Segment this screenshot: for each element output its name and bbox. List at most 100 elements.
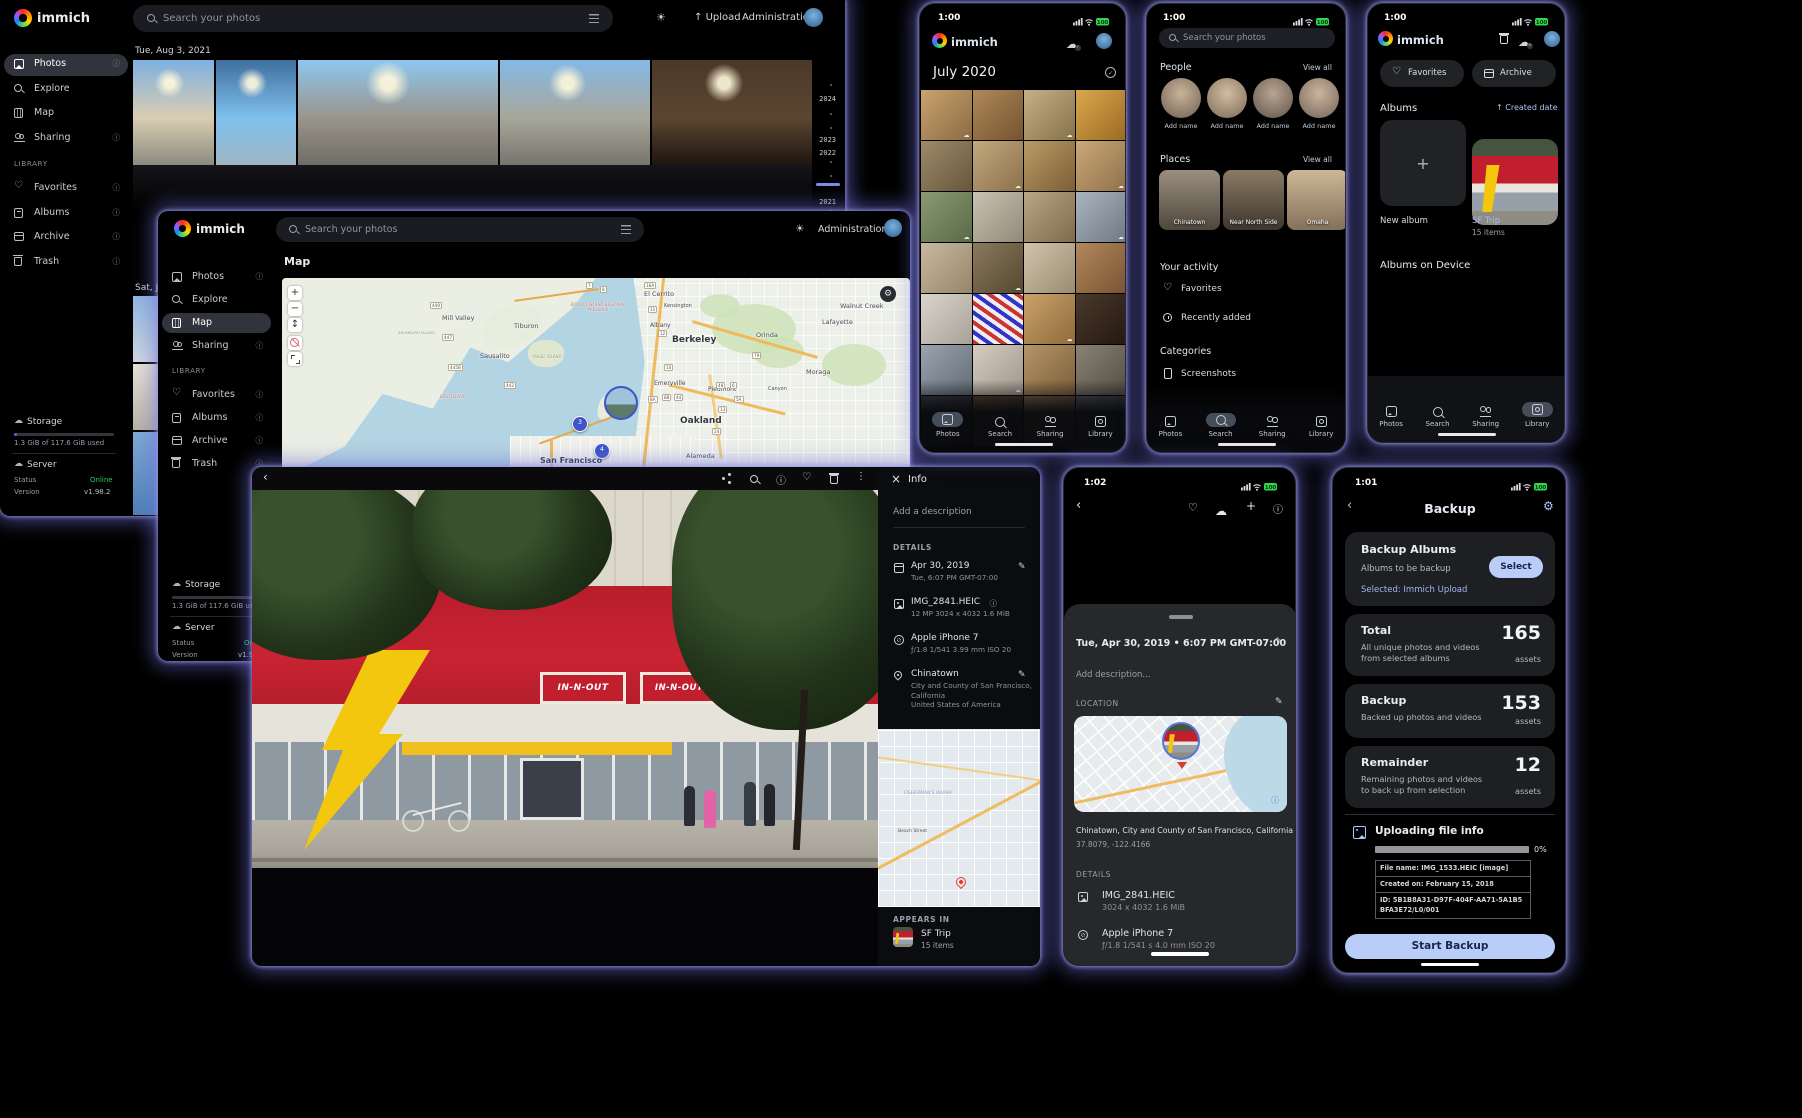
album-name[interactable]: SF Trip (921, 929, 951, 939)
photo-tile[interactable] (1024, 243, 1075, 293)
user-avatar[interactable] (804, 8, 823, 27)
theme-toggle-icon[interactable]: ☀ (656, 11, 666, 24)
sidebar-item-albums[interactable]: Albumsⓘ (4, 203, 128, 225)
album-thumbnail[interactable] (893, 927, 913, 947)
select-button[interactable]: Select (1489, 556, 1543, 578)
edit-icon[interactable]: ✎ (1018, 562, 1026, 572)
sheet-drag-handle[interactable] (1169, 615, 1193, 619)
edit-icon[interactable]: ✎ (1018, 670, 1026, 680)
face-thumbnail[interactable] (1207, 78, 1247, 118)
settings-gear-icon[interactable]: ⚙ (1543, 499, 1554, 513)
face-thumbnail[interactable] (1161, 78, 1201, 118)
user-avatar[interactable] (884, 219, 902, 237)
edit-location-icon[interactable]: ✎ (1275, 697, 1283, 707)
photo-location-marker[interactable] (1162, 722, 1200, 760)
more-options-icon[interactable]: ⋮ (856, 471, 866, 482)
map-fullscreen-button[interactable] (288, 352, 302, 366)
description-placeholder[interactable]: Add description... (1076, 670, 1151, 680)
edit-date-icon[interactable]: ✎ (1275, 637, 1283, 647)
zoom-icon[interactable] (750, 475, 758, 483)
photo-tile[interactable]: ☁ (1024, 90, 1075, 140)
map-settings-button[interactable]: ⚙ (880, 286, 896, 302)
sidebar-item-map[interactable]: Map (162, 313, 271, 333)
photo-tile[interactable] (1076, 243, 1127, 293)
home-indicator[interactable] (1438, 433, 1496, 437)
map-cluster-marker[interactable]: 4 (594, 443, 610, 459)
photo-tile[interactable]: ☁ (973, 141, 1024, 191)
photo-tile[interactable] (133, 364, 159, 430)
nav-item-library[interactable]: Library (1522, 402, 1553, 428)
share-icon[interactable] (722, 477, 725, 480)
place-tile[interactable]: Omaha (1287, 170, 1346, 230)
photo-tile[interactable]: ☁ (921, 90, 972, 140)
map-compass-button[interactable]: ↕ (288, 318, 302, 332)
archive-button[interactable]: Archive (1472, 60, 1556, 87)
back-icon[interactable]: ‹ (1076, 498, 1081, 513)
backup-cloud-icon[interactable]: ☁↑✓ (1066, 38, 1078, 50)
sidebar-item-archive[interactable]: Archiveⓘ (162, 431, 271, 451)
photo-tile[interactable] (973, 90, 1024, 140)
theme-toggle-icon[interactable]: ☀ (795, 223, 804, 235)
sidebar-item-favorites[interactable]: ♡Favoritesⓘ (162, 385, 271, 405)
nav-item-library[interactable]: Library (1309, 416, 1333, 438)
sort-order[interactable]: ↑ Created date (1496, 103, 1558, 112)
close-icon[interactable]: × (891, 472, 901, 486)
photo-tile[interactable] (1024, 141, 1075, 191)
sidebar-item-archive[interactable]: Archiveⓘ (4, 227, 128, 249)
sidebar-item-explore[interactable]: Explore (162, 290, 271, 310)
favorites-button[interactable]: ♡ Favorites (1380, 60, 1464, 87)
map-zoom-out-button[interactable]: − (288, 302, 302, 316)
sidebar-item-trash[interactable]: Trashⓘ (4, 252, 128, 274)
photo-tile[interactable] (133, 296, 159, 362)
back-icon[interactable]: ‹ (263, 470, 268, 484)
sidebar-item-photos[interactable]: Photosⓘ (4, 54, 128, 76)
scrubber-handle[interactable] (816, 183, 840, 186)
location-map[interactable]: ⓘ (1074, 716, 1287, 812)
sidebar-item-map[interactable]: Map (4, 103, 128, 125)
photo-tile[interactable]: ☁ (1076, 141, 1127, 191)
nav-item-search[interactable]: Search (988, 417, 1012, 438)
photo-tile[interactable] (652, 60, 812, 165)
upload-button[interactable]: ↑ Upload (694, 12, 741, 23)
home-indicator[interactable] (1421, 963, 1479, 967)
photo-tile[interactable]: ☁ (1076, 192, 1127, 242)
nav-item-photos[interactable]: Photos (1379, 406, 1403, 428)
sidebar-item-favorites[interactable]: ♡Favoritesⓘ (4, 178, 128, 200)
select-all-icon[interactable]: ✓ (1105, 67, 1116, 78)
nav-item-sharing[interactable]: Sharing (1259, 416, 1286, 438)
delete-icon[interactable] (830, 475, 838, 484)
user-avatar[interactable] (1096, 33, 1112, 49)
trash-icon[interactable] (1500, 35, 1508, 44)
photo-tile[interactable] (1076, 294, 1127, 344)
info-icon[interactable]: ⓘ (990, 598, 998, 609)
home-indicator[interactable] (1218, 443, 1276, 447)
nav-item-library[interactable]: Library (1088, 416, 1112, 438)
nav-item-sharing[interactable]: Sharing (1472, 406, 1499, 428)
place-tile[interactable]: Chinatown (1159, 170, 1220, 230)
add-name-label[interactable]: Add name (1295, 122, 1343, 130)
photo-tile[interactable] (500, 60, 650, 165)
search-filter-icon[interactable] (589, 14, 599, 23)
face-thumbnail[interactable] (1253, 78, 1293, 118)
search-bar[interactable]: Search your photos (276, 217, 644, 242)
photo-tile[interactable] (1024, 192, 1075, 242)
sidebar-item-photos[interactable]: Photosⓘ (162, 267, 271, 287)
photo-tile[interactable] (298, 60, 498, 165)
home-indicator[interactable] (995, 443, 1053, 447)
map-info-icon[interactable]: ⓘ (1271, 795, 1279, 806)
map-zoom-in-button[interactable]: + (288, 286, 302, 300)
photo-tile[interactable] (1076, 90, 1127, 140)
photo-tile[interactable] (921, 141, 972, 191)
viewer-photo[interactable]: IN-N-OUT IN-N-OUT (252, 490, 878, 868)
activity-item[interactable]: Recently added (1181, 313, 1251, 323)
search-bar[interactable]: Search your photos (1159, 28, 1335, 48)
favorite-icon[interactable]: ♡ (1188, 501, 1198, 514)
administration-link[interactable]: Administration (818, 224, 888, 235)
location-map[interactable]: FISHERMAN'S WHARF Beach Street (878, 729, 1040, 907)
map-photo-marker[interactable] (604, 386, 638, 420)
places-view-all[interactable]: View all (1303, 155, 1332, 164)
sidebar-item-sharing[interactable]: Sharingⓘ (4, 128, 128, 150)
photo-tile[interactable] (921, 294, 972, 344)
photo-tile[interactable]: ☁ (921, 192, 972, 242)
photo-tile[interactable] (216, 60, 296, 165)
